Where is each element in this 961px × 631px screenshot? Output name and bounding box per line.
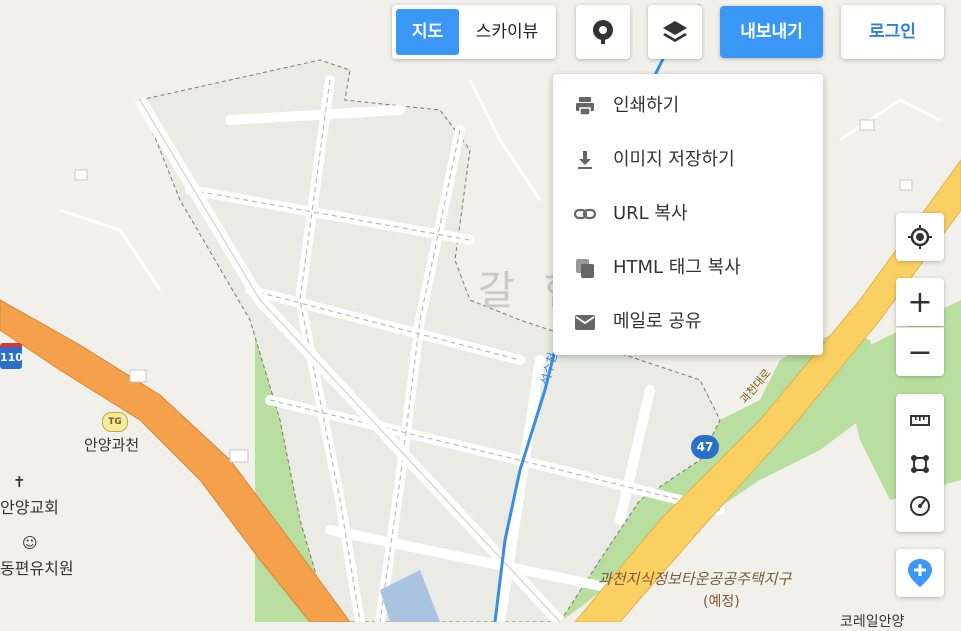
layers-icon	[663, 21, 687, 42]
ruler-icon	[910, 415, 930, 426]
menu-item-copy-html-label: HTML 태그 복사	[613, 257, 741, 278]
tg-badge-label: TG	[108, 417, 122, 427]
add-place-button[interactable]	[896, 549, 944, 597]
measure-tools	[896, 394, 944, 532]
copy-icon	[576, 259, 594, 278]
roadview-pin-icon	[593, 20, 613, 44]
zoom-in-button[interactable]: +	[896, 278, 944, 326]
layers-button[interactable]	[648, 5, 702, 59]
kindergarten-label: 동편유치원	[0, 559, 74, 578]
login-button[interactable]: 로그인	[841, 5, 944, 59]
tollgate-label: 안양과천	[84, 436, 140, 454]
project-sub-label: (예정)	[703, 594, 740, 610]
highway-shield-47: 47	[691, 435, 719, 459]
current-location-icon	[908, 225, 932, 249]
highway-shield-110: 110	[0, 343, 23, 369]
menu-item-copy-html[interactable]: HTML 태그 복사	[553, 240, 823, 294]
highway-shield-110-label: 110	[0, 351, 23, 364]
menu-item-save-image-label: 이미지 저장하기	[613, 149, 735, 170]
menu-item-copy-url-label: URL 복사	[613, 203, 688, 224]
menu-item-save-image[interactable]: 이미지 저장하기	[553, 132, 823, 186]
menu-item-print[interactable]: 인쇄하기	[553, 78, 823, 132]
church-label: 안양교회	[0, 498, 59, 517]
current-location-button[interactable]	[896, 213, 944, 261]
add-place-icon	[908, 559, 932, 587]
export-menu: 인쇄하기 이미지 저장하기 URL 복사 HTML 태그 복사 메일로 공유	[553, 74, 823, 355]
print-icon	[576, 97, 594, 116]
link-icon	[573, 208, 597, 220]
project-label: 과천지식정보타운공공주택지구	[598, 570, 792, 588]
radius-tool-button[interactable]	[896, 484, 944, 528]
menu-item-share-mail[interactable]: 메일로 공유	[553, 294, 823, 348]
area-icon	[911, 455, 929, 473]
roadview-button[interactable]	[576, 5, 630, 59]
tg-badge: TG	[102, 412, 128, 432]
kindergarten-icon: ☺	[22, 534, 38, 552]
zoom-out-button[interactable]: −	[896, 327, 944, 376]
mail-icon	[575, 315, 595, 330]
menu-item-share-mail-label: 메일로 공유	[613, 311, 702, 332]
download-icon	[578, 151, 592, 169]
export-button[interactable]: 내보내기	[720, 6, 823, 58]
partial-place-label: 코레일안양	[840, 614, 905, 630]
map-type-map-button[interactable]: 지도	[396, 9, 459, 55]
map-type-toggle: 지도 스카이뷰	[392, 5, 556, 59]
distance-tool-button[interactable]	[896, 398, 944, 442]
menu-item-print-label: 인쇄하기	[613, 95, 680, 116]
radius-icon	[910, 496, 930, 516]
highway-shield-47-label: 47	[696, 440, 714, 454]
area-tool-button[interactable]	[896, 442, 944, 486]
menu-item-copy-url[interactable]: URL 복사	[553, 186, 823, 240]
church-icon: ✝	[13, 473, 26, 491]
map-type-skyview-button[interactable]: 스카이뷰	[462, 9, 552, 55]
